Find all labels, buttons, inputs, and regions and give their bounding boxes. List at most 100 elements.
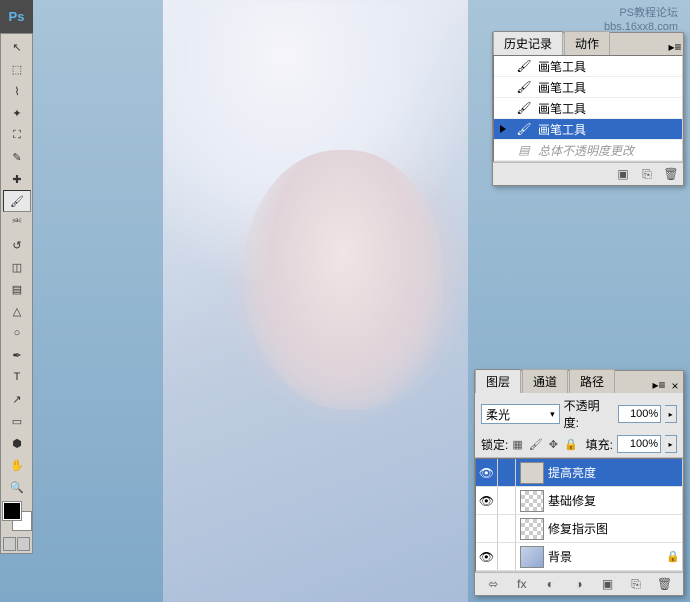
adjustment-layer-icon[interactable]: ◑	[571, 576, 587, 592]
lasso-tool[interactable]: ⌇	[3, 80, 31, 102]
stamp-tool[interactable]: ⎃	[3, 212, 31, 234]
panel-close-icon[interactable]: ×	[667, 379, 683, 393]
crop-tool[interactable]: ⛶	[3, 124, 31, 146]
layer-item[interactable]: 修复指示图	[476, 515, 682, 543]
layer-name-label: 提高亮度	[548, 464, 682, 481]
gradient-tool[interactable]: ▤	[3, 278, 31, 300]
quickmask-icon[interactable]	[3, 537, 16, 551]
layer-name-label: 修复指示图	[548, 520, 682, 537]
eyedropper-tool[interactable]: ✎	[3, 146, 31, 168]
layer-group-icon[interactable]: ▣	[600, 576, 616, 592]
blur-tool[interactable]: △	[3, 300, 31, 322]
panel-menu-icon[interactable]: ▸≡	[651, 377, 667, 393]
new-document-icon[interactable]: ⎘	[639, 166, 655, 182]
history-panel: 历史记录 动作 ▸≡ 🖌 画笔工具 🖌 画笔工具 🖌 画笔工具 🖌 画笔工具 ▤ 总体不透明度更改…	[492, 32, 684, 186]
lock-pixels-icon[interactable]: 🖌	[529, 438, 543, 451]
layer-thumbnail[interactable]	[520, 546, 544, 568]
path-tool[interactable]: ↗	[3, 388, 31, 410]
brush-icon: 🖌	[516, 58, 532, 74]
layer-thumbnail[interactable]	[520, 490, 544, 512]
lock-all-icon[interactable]: 🔒	[564, 438, 578, 451]
layer-item[interactable]: 👁 背景🔒	[476, 543, 682, 571]
layer-list: 👁 提高亮度 👁 基础修复修复指示图 👁 背景🔒	[475, 458, 683, 572]
layer-item[interactable]: 👁 提高亮度	[476, 459, 682, 487]
layer-name-label: 基础修复	[548, 492, 682, 509]
fill-label: 填充:	[586, 436, 613, 453]
history-item[interactable]: 🖌 画笔工具	[494, 98, 682, 119]
lock-icon: 🔒	[664, 550, 682, 563]
tab-paths[interactable]: 路径	[569, 369, 615, 393]
healing-tool[interactable]: ✚	[3, 168, 31, 190]
brush-icon: 🖌	[516, 100, 532, 116]
trash-icon[interactable]: 🗑	[657, 576, 673, 592]
layer-fx-icon[interactable]: fx	[514, 576, 530, 592]
brush-tool[interactable]: 🖌	[3, 190, 31, 212]
tab-layers[interactable]: 图层	[475, 369, 521, 393]
new-layer-icon[interactable]: ⎘	[628, 576, 644, 592]
foreground-color-swatch[interactable]	[3, 502, 21, 520]
zoom-tool[interactable]: 🔍	[3, 476, 31, 498]
document-icon: ▤	[516, 142, 532, 158]
pen-tool[interactable]: ✒	[3, 344, 31, 366]
blend-mode-select[interactable]: 柔光	[481, 404, 560, 424]
fill-flyout-icon[interactable]: ▸	[665, 435, 677, 453]
tab-history[interactable]: 历史记录	[493, 31, 563, 55]
type-tool[interactable]: T	[3, 366, 31, 388]
marquee-tool[interactable]: ⬚	[3, 58, 31, 80]
opacity-input[interactable]: 100%	[618, 405, 661, 423]
history-item-label: 总体不透明度更改	[538, 142, 634, 159]
image-content	[163, 0, 468, 602]
layer-link-cell[interactable]	[498, 487, 516, 514]
history-item[interactable]: 🖌 画笔工具	[494, 119, 682, 140]
layer-link-cell[interactable]	[498, 515, 516, 542]
history-item[interactable]: 🖌 画笔工具	[494, 77, 682, 98]
history-item-label: 画笔工具	[538, 100, 586, 117]
fill-input[interactable]: 100%	[617, 435, 661, 453]
layers-panel: 图层 通道 路径 ▸≡ × 柔光 不透明度: 100% ▸ 锁定: ▦ 🖌 ✥ …	[474, 370, 684, 596]
layer-name-label: 背景	[548, 548, 664, 565]
dodge-tool[interactable]: ○	[3, 322, 31, 344]
history-item[interactable]: 🖌 画笔工具	[494, 56, 682, 77]
opacity-label: 不透明度:	[564, 397, 614, 431]
layer-item[interactable]: 👁 基础修复	[476, 487, 682, 515]
wand-tool[interactable]: ✦	[3, 102, 31, 124]
eraser-tool[interactable]: ◫	[3, 256, 31, 278]
color-swatches[interactable]	[3, 502, 31, 530]
brush-icon: 🖌	[516, 121, 532, 137]
3d-tool[interactable]: ⬢	[3, 432, 31, 454]
history-item-label: 画笔工具	[538, 79, 586, 96]
layer-mask-icon[interactable]: ◐	[542, 576, 558, 592]
shape-tool[interactable]: ▭	[3, 410, 31, 432]
trash-icon[interactable]: 🗑	[663, 166, 679, 182]
move-tool[interactable]: ↖	[3, 36, 31, 58]
panel-menu-icon[interactable]: ▸≡	[667, 39, 683, 55]
history-item-label: 画笔工具	[538, 58, 586, 75]
new-snapshot-icon[interactable]: ▣	[615, 166, 631, 182]
lock-transparency-icon[interactable]: ▦	[512, 438, 522, 451]
toolbox: ↖⬚⌇✦⛶✎✚🖌⎃↺◫▤△○✒T↗▭⬢✋🔍	[0, 33, 33, 554]
history-item[interactable]: ▤ 总体不透明度更改	[494, 140, 682, 161]
lock-label: 锁定:	[481, 436, 508, 453]
tab-actions[interactable]: 动作	[564, 31, 610, 55]
layer-visibility-icon[interactable]: 👁	[476, 459, 498, 486]
layer-visibility-icon[interactable]: 👁	[476, 487, 498, 514]
layer-visibility-icon[interactable]	[476, 515, 498, 542]
history-list: 🖌 画笔工具 🖌 画笔工具 🖌 画笔工具 🖌 画笔工具 ▤ 总体不透明度更改	[493, 55, 683, 162]
app-logo[interactable]: Ps	[0, 0, 33, 33]
layer-thumbnail[interactable]	[520, 518, 544, 540]
link-layers-icon[interactable]: ⬄	[485, 576, 501, 592]
layer-link-cell[interactable]	[498, 543, 516, 570]
hand-tool[interactable]: ✋	[3, 454, 31, 476]
brush-icon: 🖌	[516, 79, 532, 95]
opacity-flyout-icon[interactable]: ▸	[665, 405, 677, 423]
layer-link-cell[interactable]	[498, 459, 516, 486]
history-brush-tool[interactable]: ↺	[3, 234, 31, 256]
tab-channels[interactable]: 通道	[522, 369, 568, 393]
lock-position-icon[interactable]: ✥	[549, 438, 558, 451]
layer-visibility-icon[interactable]: 👁	[476, 543, 498, 570]
history-item-label: 画笔工具	[538, 121, 586, 138]
screenmode-icon[interactable]	[17, 537, 30, 551]
layer-thumbnail[interactable]	[520, 462, 544, 484]
document-canvas[interactable]	[163, 0, 468, 602]
watermark: PS教程论坛 bbs.16xx8.com	[604, 6, 678, 35]
